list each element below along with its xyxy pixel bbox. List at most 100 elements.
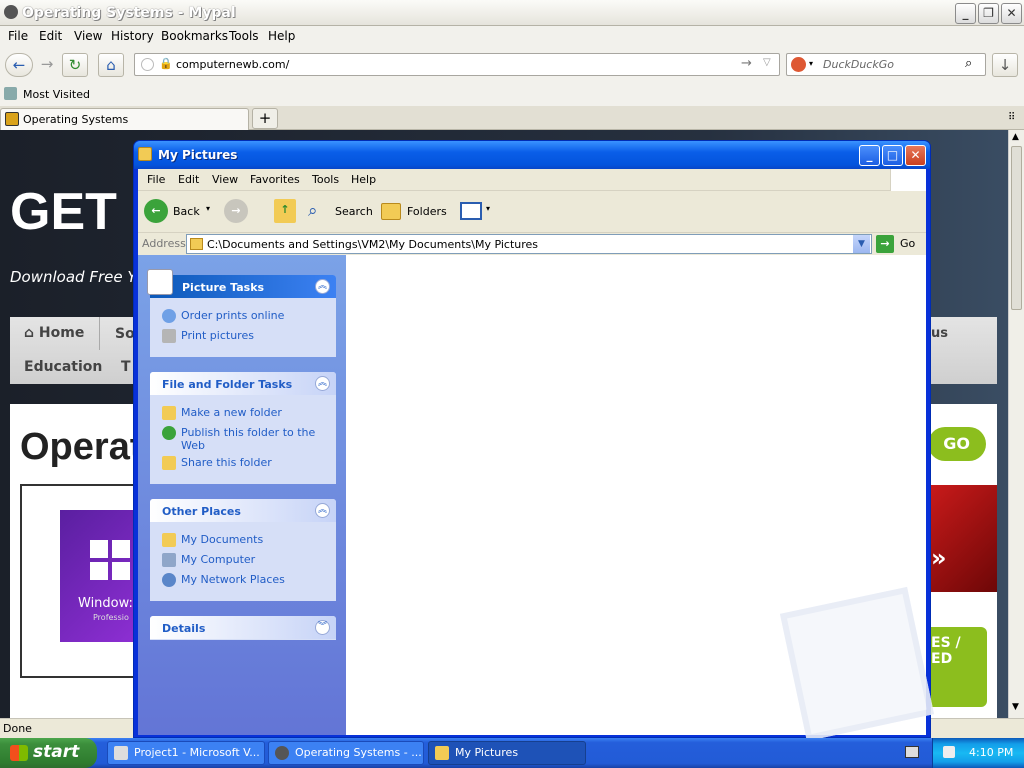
print-pictures-link[interactable]: Print pictures [162,329,254,343]
up-folder-icon[interactable]: ↑ [274,199,296,223]
back-button[interactable]: ← [5,53,33,77]
restore-button[interactable]: ❐ [978,3,999,24]
ex-menu-file[interactable]: File [147,173,165,186]
share-folder-link[interactable]: Share this folder [162,456,272,470]
forward-button[interactable]: → [34,53,60,77]
explorer-titlebar[interactable]: My Pictures _ □ ✕ [134,141,930,169]
scroll-down-icon[interactable]: ▼ [1012,702,1019,712]
clock[interactable]: 4:10 PM [969,746,1013,759]
scroll-up-icon[interactable]: ▲ [1012,132,1019,142]
go-arrow-icon[interactable]: → [741,56,752,71]
search-bar[interactable]: ▾ DuckDuckGo ⌕ [786,53,986,76]
download-button[interactable]: ↓ [992,53,1018,77]
nav-home[interactable]: ⌂ Home [10,317,100,350]
explorer-minimize-button[interactable]: _ [859,145,880,166]
explorer-title: My Pictures [158,148,238,162]
ex-folders-button[interactable]: Folders [381,199,447,225]
globe-icon [162,309,176,323]
promo-box: ES / ED [931,627,987,707]
publish-web-label: Publish this folder to the Web [181,426,316,452]
start-button[interactable]: start [0,738,97,768]
task-pane: Picture Tasks ︽ Order prints online Prin… [138,255,346,735]
reload-button[interactable]: ↻ [62,53,88,77]
product-sub: Professio [93,613,129,622]
collapse-chevron-icon[interactable]: ︽ [315,279,330,294]
keyboard-icon[interactable] [905,746,919,758]
taskbar-item-project1[interactable]: Project1 - Microsoft V... [107,741,265,765]
menu-tools[interactable]: Tools [229,29,259,43]
file-folder-tasks-header[interactable]: File and Folder Tasks ︽ [150,372,336,395]
nav-education[interactable]: Education [24,359,102,375]
back-dropdown-icon[interactable]: ▾ [206,204,210,213]
minimize-button[interactable]: _ [955,3,976,24]
browser-app-icon [4,5,18,19]
views-dropdown-icon: ▾ [486,204,491,213]
address-text: C:\Documents and Settings\VM2\My Documen… [207,238,539,251]
scroll-thumb[interactable] [1011,146,1022,310]
expand-chevron-icon[interactable]: ︾ [315,620,330,635]
my-network-places-link[interactable]: My Network Places [162,573,285,587]
bookmark-most-visited[interactable]: Most Visited [23,88,90,101]
ex-menu-edit[interactable]: Edit [178,173,199,186]
search-engine-dropdown-icon[interactable]: ▾ [809,59,813,68]
tab-operating-systems[interactable]: Operating Systems [0,108,249,130]
go-button[interactable]: GO [928,427,986,461]
taskbar-item-my-pictures[interactable]: My Pictures [428,741,586,765]
collapse-chevron-icon[interactable]: ︽ [315,376,330,391]
ex-menu-tools[interactable]: Tools [312,173,339,186]
address-go-label: Go [900,237,916,250]
explorer-close-button[interactable]: ✕ [905,145,926,166]
ex-menu-favorites[interactable]: Favorites [250,173,300,186]
print-pictures-label: Print pictures [181,329,254,342]
nav-item-t[interactable]: T [121,359,131,375]
file-list-area[interactable] [346,255,935,742]
make-new-folder-link[interactable]: Make a new folder [162,406,282,420]
publish-icon [162,426,176,440]
my-documents-link[interactable]: My Documents [162,533,263,547]
other-places-header[interactable]: Other Places ︽ [150,499,336,522]
close-button[interactable]: ✕ [1001,3,1022,24]
search-icon[interactable]: ⌕ [965,56,972,71]
ex-back-button[interactable]: ← Back ▾ [144,199,214,225]
nav-item-us[interactable]: us [931,326,948,341]
ex-menu-view[interactable]: View [212,173,238,186]
forward-arrow-icon[interactable]: → [224,199,248,223]
ex-search-button[interactable]: ⌕ Search [308,199,373,225]
menu-bookmarks[interactable]: Bookmarks [161,29,228,43]
menu-history[interactable]: History [111,29,154,43]
url-bar[interactable]: 🔒 computernewb.com/ → ▽ [134,53,780,76]
menu-edit[interactable]: Edit [39,29,62,43]
nav-item-so[interactable]: So [115,326,135,342]
address-go-button[interactable]: → Go [876,234,922,254]
order-prints-link[interactable]: Order prints online [162,309,284,323]
folders-icon [381,203,401,220]
volume-icon[interactable] [943,746,955,758]
collapse-chevron-icon[interactable]: ︽ [315,503,330,518]
page-scrollbar[interactable]: ▲ ▼ [1008,130,1024,718]
ex-menu-help[interactable]: Help [351,173,376,186]
explorer-maximize-button[interactable]: □ [882,145,903,166]
my-computer-label: My Computer [181,553,256,566]
tab-label: Operating Systems [23,113,129,126]
menu-file[interactable]: File [8,29,28,43]
globe-icon [141,58,154,71]
network-icon [162,573,176,587]
menu-view[interactable]: View [74,29,102,43]
task-label-my-pictures: My Pictures [455,746,519,759]
new-tab-button[interactable]: + [252,108,278,129]
details-header[interactable]: Details ︾ [150,616,336,639]
menu-help[interactable]: Help [268,29,295,43]
home-button[interactable]: ⌂ [98,53,124,77]
dropdown-icon[interactable]: ▽ [763,57,771,68]
explorer-window: My Pictures _ □ ✕ File Edit View Favorit… [133,140,935,742]
picture-tasks-icon [147,269,173,295]
tab-list-icon[interactable]: ⠿ [1008,112,1015,123]
publish-web-link[interactable]: Publish this folder to the Web [162,426,322,452]
my-computer-link[interactable]: My Computer [162,553,255,567]
address-field[interactable]: C:\Documents and Settings\VM2\My Documen… [186,234,872,254]
picture-tasks-header[interactable]: Picture Tasks ︽ [147,269,336,298]
views-button[interactable]: ▾ [458,199,496,225]
browser-menubar: File Edit View History Bookmarks Tools H… [0,26,1024,46]
taskbar-item-mypal[interactable]: Operating Systems - ... [268,741,424,765]
address-dropdown-icon[interactable]: ▼ [853,235,870,253]
